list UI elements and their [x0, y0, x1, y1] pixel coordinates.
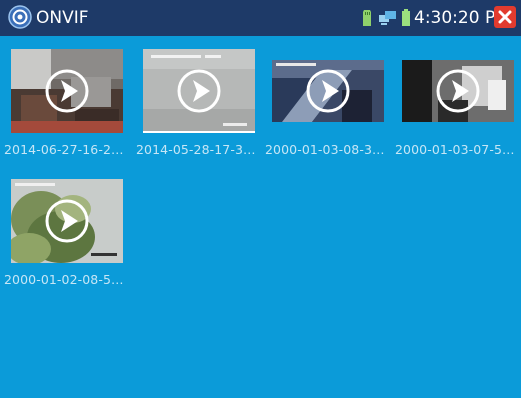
- battery-icon: [402, 9, 410, 26]
- sd-card-icon: [363, 10, 371, 26]
- title-bar: ONVIF 4:30:20 PM: [0, 0, 521, 36]
- video-item[interactable]: 2000-01-02-08-52-00.mp4: [4, 179, 130, 295]
- close-icon: [498, 10, 512, 24]
- play-icon[interactable]: [436, 69, 480, 113]
- video-filename: 2000-01-03-08-35-00.mp4: [265, 142, 391, 157]
- video-filename: 2014-06-27-16-27-00.mp4: [4, 142, 130, 157]
- video-thumbnail: [402, 60, 514, 122]
- onvif-app-window: ONVIF 4:30:20 PM 2014-06-27-16-27- 2014-…: [0, 0, 521, 398]
- video-item[interactable]: 2000-01-03-08-35-00.mp4: [265, 49, 391, 165]
- play-icon[interactable]: [45, 199, 89, 243]
- video-filename: 2000-01-03-07-50-00.mp4: [395, 142, 521, 157]
- play-icon[interactable]: [306, 69, 350, 113]
- play-icon[interactable]: [45, 69, 89, 113]
- onvif-logo-icon[interactable]: [8, 5, 32, 29]
- video-thumbnail: [11, 49, 123, 133]
- video-filename: 2000-01-02-08-52-00.mp4: [4, 272, 130, 287]
- play-icon[interactable]: [177, 69, 221, 113]
- network-icon: [379, 11, 396, 25]
- video-thumbnail: [11, 179, 123, 263]
- video-thumbnail: [272, 60, 384, 122]
- video-filename: 2014-05-28-17-34-00.mp4: [136, 142, 262, 157]
- video-thumbnail: [143, 49, 255, 133]
- video-item[interactable]: 2014-06-27-16-27-00.mp4: [4, 49, 130, 165]
- close-button[interactable]: [494, 6, 516, 28]
- video-item[interactable]: 2000-01-03-07-50-00.mp4: [395, 49, 521, 165]
- app-title: ONVIF: [36, 8, 89, 28]
- video-item[interactable]: 2014-05-28-17-34-00.mp4: [136, 49, 262, 165]
